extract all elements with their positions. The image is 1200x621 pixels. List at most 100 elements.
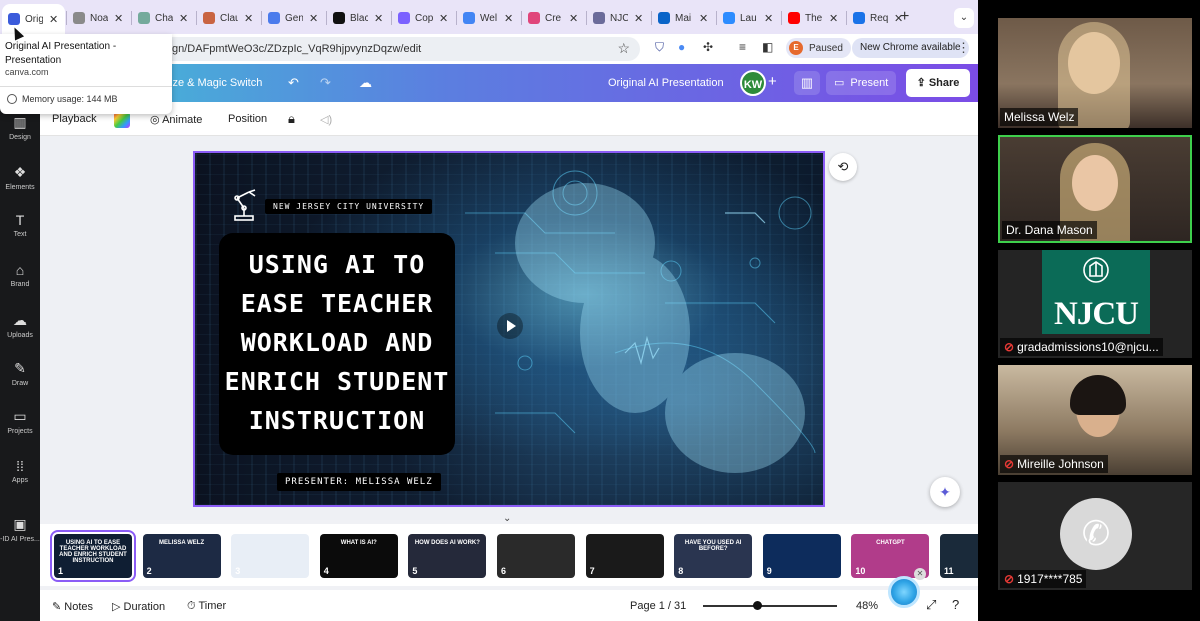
tab-close-icon[interactable]: ✕ (244, 12, 253, 25)
outlook-icon (658, 12, 670, 24)
chrome-update-button[interactable]: New Chrome available (852, 38, 969, 58)
magic-assistant-icon[interactable]: ✦ (930, 477, 960, 507)
sidebar-item-projects[interactable]: ▭ Projects (0, 408, 40, 435)
present-button[interactable]: ▭ Present (826, 71, 897, 95)
chevron-down-icon[interactable]: ⌄ (503, 513, 511, 524)
fullscreen-icon[interactable]: ⤢ (926, 597, 936, 613)
sidebar-item-apps[interactable]: ⁞⁞ Apps (0, 458, 40, 484)
page-thumbnail[interactable]: HOW DOES AI WORK? 5 (408, 534, 487, 578)
tab-close-icon[interactable]: ✕ (699, 12, 708, 25)
participant-tile[interactable]: NJCU ⊘ gradadmissions10@njcu... (998, 250, 1192, 358)
page-thumbnail[interactable]: 9 (762, 534, 841, 578)
add-collaborator-icon[interactable]: + (768, 73, 777, 90)
browser-tab[interactable]: The ✕ (782, 5, 845, 31)
regenerate-icon[interactable]: ⟲ (829, 153, 857, 181)
undo-icon[interactable]: ↶ (288, 75, 299, 91)
participant-tile[interactable]: ⊘ Mireille Johnson (998, 365, 1192, 475)
tab-close-icon[interactable]: ✕ (504, 12, 513, 25)
page-thumbnail[interactable]: 3 (231, 534, 310, 578)
omnibox[interactable]: gn/DAFpmtWeO3c/ZDzpIc_VqR9hjpvynzDqzw/ed… (150, 37, 640, 61)
sidebar-item-uploads[interactable]: ☁ Uploads (0, 312, 40, 339)
notes-button[interactable]: ✎ Notes (52, 600, 93, 613)
tab-close-icon[interactable]: ✕ (764, 12, 773, 25)
slide-canvas[interactable]: NEW JERSEY CITY UNIVERSITY USING AI TO EA… (193, 151, 825, 507)
color-picker-icon[interactable] (114, 112, 130, 128)
bookmark-star-icon[interactable]: ☆ (617, 40, 630, 57)
tab-close-icon[interactable]: ✕ (634, 12, 643, 25)
page-thumbnail[interactable]: 11 (940, 534, 978, 578)
extensions-puzzle-icon[interactable]: ✣ (703, 40, 713, 54)
sidebar-item-id-ai-pres[interactable]: ▣ -ID AI Pres... (0, 516, 40, 543)
sidebar-item-design[interactable]: ▥ Design (0, 114, 40, 141)
share-label: Share (928, 77, 960, 89)
page-thumbnail[interactable]: HAVE YOU USED AI BEFORE? 8 (674, 534, 753, 578)
browser-tab[interactable]: Clau ✕ (197, 5, 260, 31)
timer-button[interactable]: ⏱ Timer (187, 600, 226, 613)
browser-tab[interactable]: Lau ✕ (717, 5, 780, 31)
participant-tile-active-speaker[interactable]: Dr. Dana Mason (998, 135, 1192, 243)
insights-chart-icon[interactable]: ▥ (794, 71, 820, 95)
playback-button[interactable]: Playback (52, 113, 97, 125)
help-icon[interactable]: ? (952, 597, 959, 612)
njcu-crest-icon (1083, 257, 1109, 283)
tab-close-icon[interactable]: ✕ (179, 12, 188, 25)
page-thumbnail[interactable]: WHAT IS AI? 4 (319, 534, 398, 578)
position-button[interactable]: Position (228, 113, 267, 125)
zoom-slider-handle[interactable] (753, 601, 762, 610)
tab-close-icon[interactable]: ✕ (569, 12, 578, 25)
play-icon[interactable] (497, 313, 523, 339)
redo-icon[interactable]: ↷ (320, 75, 331, 91)
extension-shield-icon[interactable]: ⛉ (655, 40, 664, 55)
browser-tab[interactable]: Wel ✕ (457, 5, 520, 31)
collaborator-avatar[interactable]: KW (740, 70, 766, 96)
volume-icon[interactable]: ◁) (320, 113, 332, 126)
tab-close-icon[interactable]: ✕ (439, 12, 448, 25)
animate-button[interactable]: ◎ Animate (150, 113, 202, 126)
browser-tab[interactable]: Noa ✕ (67, 5, 130, 31)
chrome-menu-icon[interactable]: ⋮ (957, 40, 970, 56)
browser-tab[interactable]: Mai ✕ (652, 5, 715, 31)
tab-close-icon[interactable]: ✕ (374, 12, 383, 25)
participant-tile[interactable]: ✆ ⊘ 1917****785 (998, 482, 1192, 590)
page-thumbnail[interactable]: 7 (585, 534, 664, 578)
browser-tab[interactable]: NJC ✕ (587, 5, 650, 31)
browser-tab[interactable]: Cha ✕ (132, 5, 195, 31)
tab-separator (651, 11, 652, 25)
side-panel-icon[interactable]: ◧ (762, 40, 773, 54)
thumbnail-text: CHATGPT (876, 540, 905, 546)
zoom-slider[interactable] (703, 605, 837, 607)
tab-search-button[interactable]: ⌄ (954, 8, 974, 28)
cloud-saved-icon[interactable]: ☁ (359, 75, 372, 91)
browser-tab[interactable]: Gen ✕ (262, 5, 325, 31)
resize-magic-switch-menu[interactable]: ize & Magic Switch (170, 77, 262, 89)
assistant-target-icon[interactable] (888, 576, 920, 608)
browser-tab[interactable]: Cop ✕ (392, 5, 455, 31)
lock-icon[interactable]: 🔒︎ (288, 111, 295, 127)
njcu-logo-text: NJCU (1054, 296, 1139, 332)
sidebar-item-draw[interactable]: ✎ Draw (0, 360, 40, 387)
extension-circle-icon[interactable]: ● (678, 40, 685, 54)
zoom-level[interactable]: 48% (856, 600, 878, 612)
tab-close-icon[interactable]: ✕ (309, 12, 318, 25)
slide-title-line: ENRICH STUDENT (224, 367, 450, 396)
profile-button[interactable]: E Paused (786, 38, 851, 58)
tab-close-icon[interactable]: ✕ (114, 12, 123, 25)
tab-close-icon[interactable]: ✕ (829, 12, 838, 25)
browser-tab[interactable]: Cre ✕ (522, 5, 585, 31)
page-thumbnail[interactable]: USING AI TO EASE TEACHER WORKLOAD AND EN… (50, 530, 136, 582)
sidebar-item-elements[interactable]: ❖ Elements (0, 164, 40, 191)
page-thumbnail[interactable]: MELISSA WELZ 2 (142, 534, 221, 578)
page-thumbnail[interactable]: 6 (497, 534, 575, 578)
duration-button[interactable]: ▷ Duration (112, 600, 165, 613)
tab-close-icon[interactable]: ✕ (49, 13, 58, 26)
share-button[interactable]: ⇪ Share (906, 69, 970, 97)
new-tab-button[interactable]: + (900, 8, 909, 26)
close-icon[interactable]: ✕ (914, 568, 926, 580)
document-title[interactable]: Original AI Presentation (608, 77, 724, 89)
participant-tile[interactable]: Melissa Welz (998, 18, 1192, 128)
slide-presenter-label: PRESENTER: MELISSA WELZ (277, 473, 441, 491)
sidebar-item-text[interactable]: T Text (0, 212, 40, 238)
media-controls-icon[interactable]: ≡ (739, 40, 746, 54)
browser-tab[interactable]: Blac ✕ (327, 5, 390, 31)
sidebar-item-brand[interactable]: ⌂ Brand (0, 262, 40, 288)
